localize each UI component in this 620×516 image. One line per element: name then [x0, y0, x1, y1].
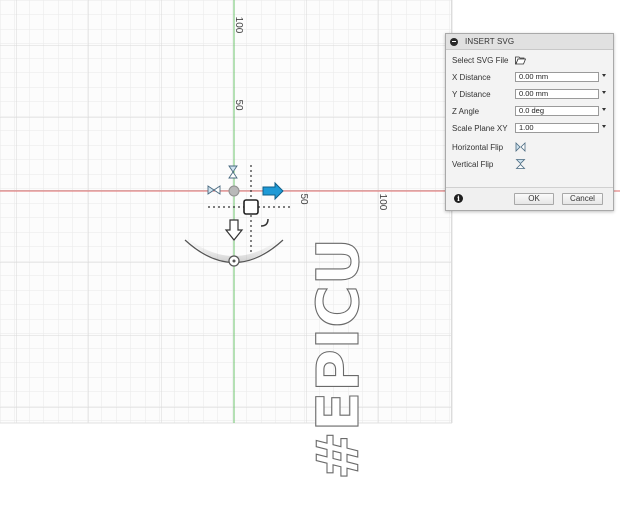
z-angle-value: 0.0 deg [519, 106, 545, 115]
x-axis-label-50: 50 [298, 193, 309, 205]
collapse-icon[interactable] [450, 37, 458, 46]
z-angle-row: Z Angle 0.0 deg [452, 105, 607, 117]
folder-open-icon[interactable] [515, 55, 526, 65]
vertical-flip-icon[interactable] [515, 159, 526, 169]
z-angle-label: Z Angle [452, 106, 480, 116]
insert-svg-dialog: INSERT SVG Select SVG File X Distance 0.… [445, 33, 614, 211]
scale-plane-xy-row: Scale Plane XY 1.00 [452, 122, 607, 134]
origin-point[interactable] [228, 185, 240, 197]
grid-major [0, 0, 452, 423]
dialog-header: INSERT SVG [446, 34, 613, 50]
move-center-handle[interactable] [243, 199, 259, 215]
cancel-button[interactable]: Cancel [562, 193, 603, 205]
z-angle-dropdown-icon[interactable] [602, 108, 606, 111]
scale-plane-xy-input[interactable]: 1.00 [515, 123, 606, 133]
info-icon[interactable]: i [454, 194, 463, 203]
y-axis-label-100: 100 [233, 17, 244, 34]
horizontal-flip-label: Horizontal Flip [452, 142, 504, 152]
y-distance-value: 0.00 mm [519, 89, 549, 98]
z-angle-input[interactable]: 0.0 deg [515, 106, 606, 116]
x-distance-row: X Distance 0.00 mm [452, 71, 607, 83]
x-distance-value: 0.00 mm [519, 72, 549, 81]
scale-plane-xy-value: 1.00 [519, 123, 534, 132]
x-distance-label: X Distance [452, 72, 491, 82]
y-distance-dropdown-icon[interactable] [602, 91, 606, 94]
dialog-footer: i OK Cancel [446, 187, 613, 210]
sketch-text-outline: #EPICU [304, 238, 372, 480]
y-axis-label-50: 50 [233, 99, 244, 111]
select-svg-file-row: Select SVG File [452, 54, 607, 66]
select-svg-file-label: Select SVG File [452, 55, 509, 65]
ok-button[interactable]: OK [514, 193, 554, 205]
dialog-title: INSERT SVG [465, 37, 515, 46]
scale-plane-xy-label: Scale Plane XY [452, 123, 508, 133]
y-distance-row: Y Distance 0.00 mm [452, 88, 607, 100]
vertical-flip-row: Vertical Flip [452, 158, 607, 170]
rotation-handle-dot [232, 259, 236, 263]
y-distance-label: Y Distance [452, 89, 491, 99]
horizontal-flip-row: Horizontal Flip [452, 141, 607, 153]
x-distance-input[interactable]: 0.00 mm [515, 72, 606, 82]
horizontal-flip-icon[interactable] [515, 142, 526, 152]
vertical-flip-label: Vertical Flip [452, 159, 494, 169]
y-distance-input[interactable]: 0.00 mm [515, 89, 606, 99]
x-distance-dropdown-icon[interactable] [602, 74, 606, 77]
scale-plane-xy-dropdown-icon[interactable] [602, 125, 606, 128]
x-axis-label-100: 100 [377, 194, 388, 211]
